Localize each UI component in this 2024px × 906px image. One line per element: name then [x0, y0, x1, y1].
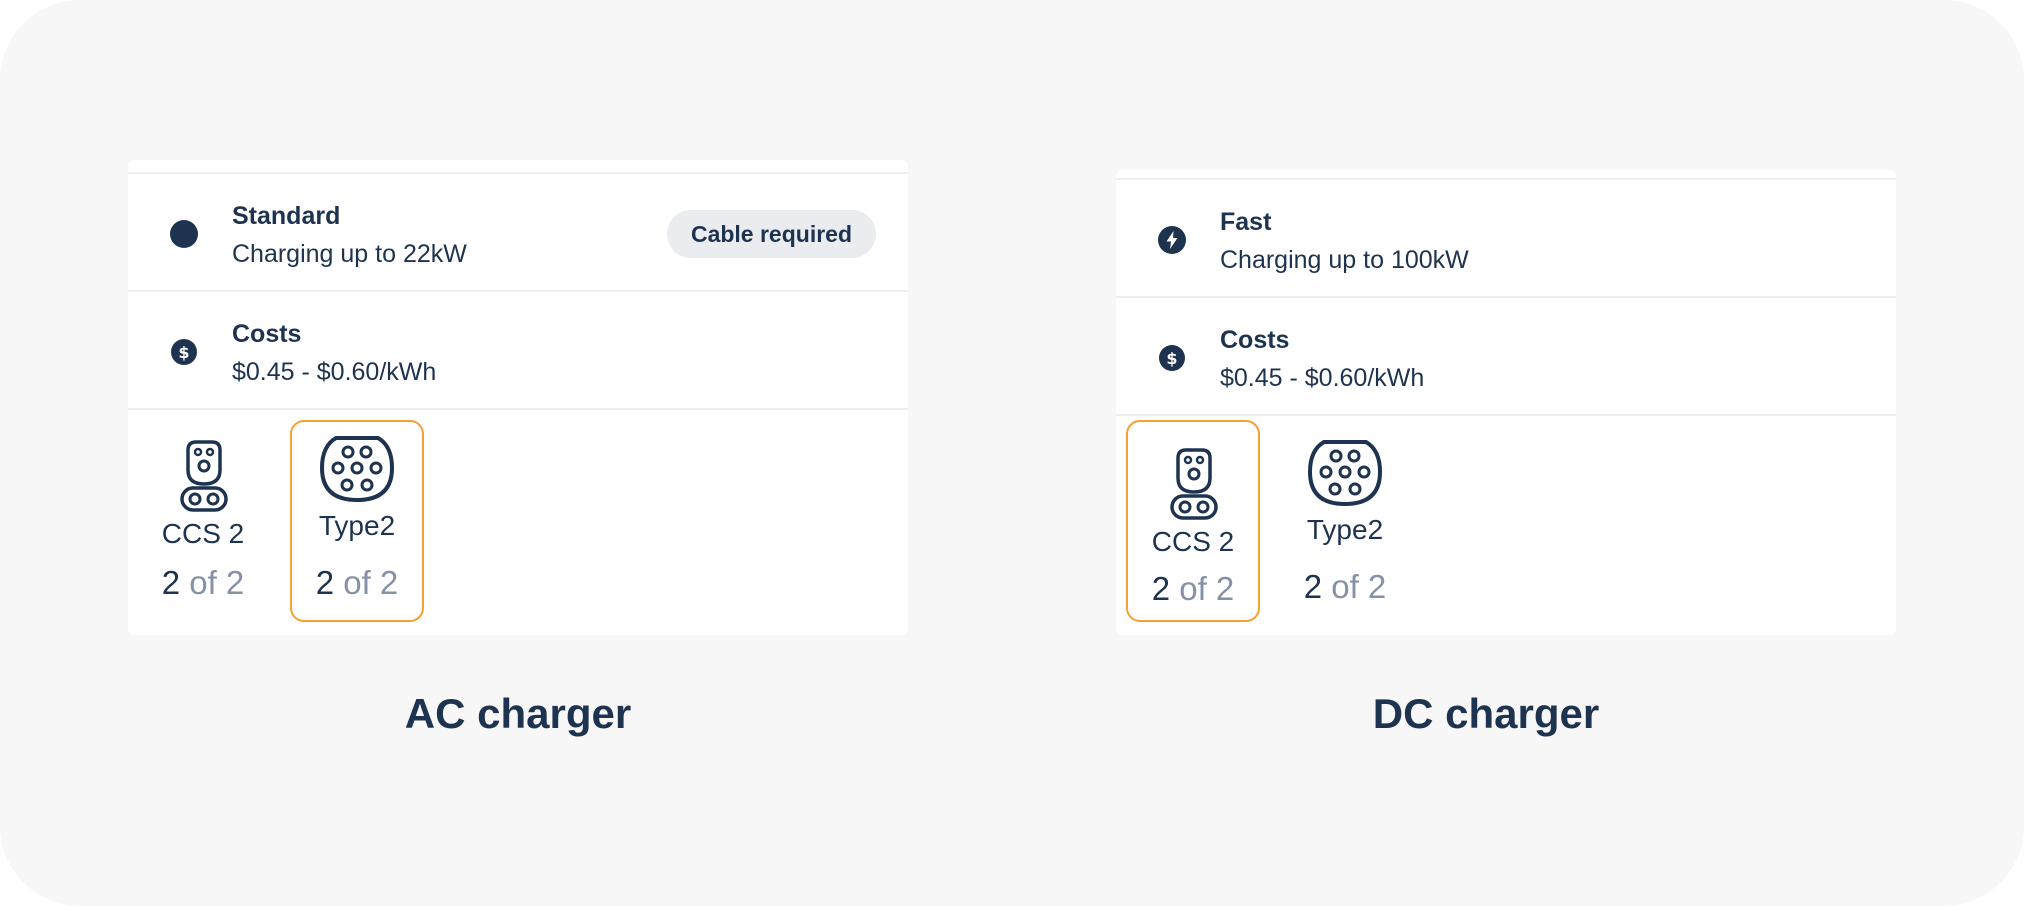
- availability-count: 2 of 2: [1151, 570, 1235, 607]
- costs-title: Costs: [232, 320, 302, 348]
- costs-value: $0.45 - $0.60/kWh: [1220, 364, 1425, 392]
- svg-text:$: $: [178, 343, 189, 362]
- charge-speed-title: Fast: [1220, 208, 1272, 236]
- charge-speed-subtitle: Charging up to 22kW: [232, 240, 467, 268]
- costs-value: $0.45 - $0.60/kWh: [232, 358, 437, 386]
- availability-count: 2 of 2: [315, 564, 399, 601]
- connector-ccs2[interactable]: CCS 2 2 of 2: [136, 420, 270, 622]
- charge-speed-row[interactable]: Standard Charging up to 22kW Cable requi…: [128, 174, 908, 292]
- connector-name: Type2: [318, 510, 396, 541]
- availability-count: 2 of 2: [161, 564, 245, 601]
- connector-name: CCS 2: [1151, 526, 1235, 557]
- cable-required-badge: Cable required: [666, 210, 876, 258]
- type2-plug-icon: [319, 436, 395, 503]
- charge-speed-row[interactable]: Fast Charging up to 100kW: [1116, 180, 1896, 298]
- connector-type2[interactable]: Type2 2 of 2: [1278, 420, 1412, 622]
- standard-dot-icon: [170, 220, 198, 248]
- connector-list: CCS 2 2 of 2 Type2 2 of 2: [1116, 416, 1896, 635]
- connector-name: CCS 2: [161, 518, 245, 549]
- dollar-icon: $: [171, 339, 197, 365]
- ccs2-plug-icon: [180, 440, 228, 512]
- connector-ccs2[interactable]: CCS 2 2 of 2: [1126, 420, 1260, 622]
- lightning-icon: [1158, 226, 1186, 254]
- charge-speed-subtitle: Charging up to 100kW: [1220, 246, 1469, 274]
- ac-charger-label: AC charger: [404, 690, 632, 737]
- connector-type2[interactable]: Type2 2 of 2: [290, 420, 424, 622]
- costs-row[interactable]: $ Costs $0.45 - $0.60/kWh: [128, 292, 908, 410]
- ccs2-plug-icon: [1170, 448, 1218, 520]
- svg-text:$: $: [1166, 349, 1177, 368]
- dc-charger-label: DC charger: [1372, 690, 1600, 737]
- type2-plug-icon: [1307, 440, 1383, 507]
- dollar-icon: $: [1159, 345, 1185, 371]
- costs-title: Costs: [1220, 326, 1290, 354]
- ac-charger-card: Standard Charging up to 22kW Cable requi…: [128, 160, 908, 635]
- costs-row[interactable]: $ Costs $0.45 - $0.60/kWh: [1116, 298, 1896, 416]
- connector-list: CCS 2 2 of 2 Type2 2 of 2: [128, 410, 908, 630]
- connector-name: Type2: [1306, 514, 1384, 545]
- background-frame: Standard Charging up to 22kW Cable requi…: [0, 0, 2024, 906]
- dc-charger-card: Fast Charging up to 100kW $ Costs $0.45 …: [1116, 170, 1896, 635]
- charge-speed-title: Standard: [232, 202, 341, 230]
- availability-count: 2 of 2: [1303, 568, 1387, 605]
